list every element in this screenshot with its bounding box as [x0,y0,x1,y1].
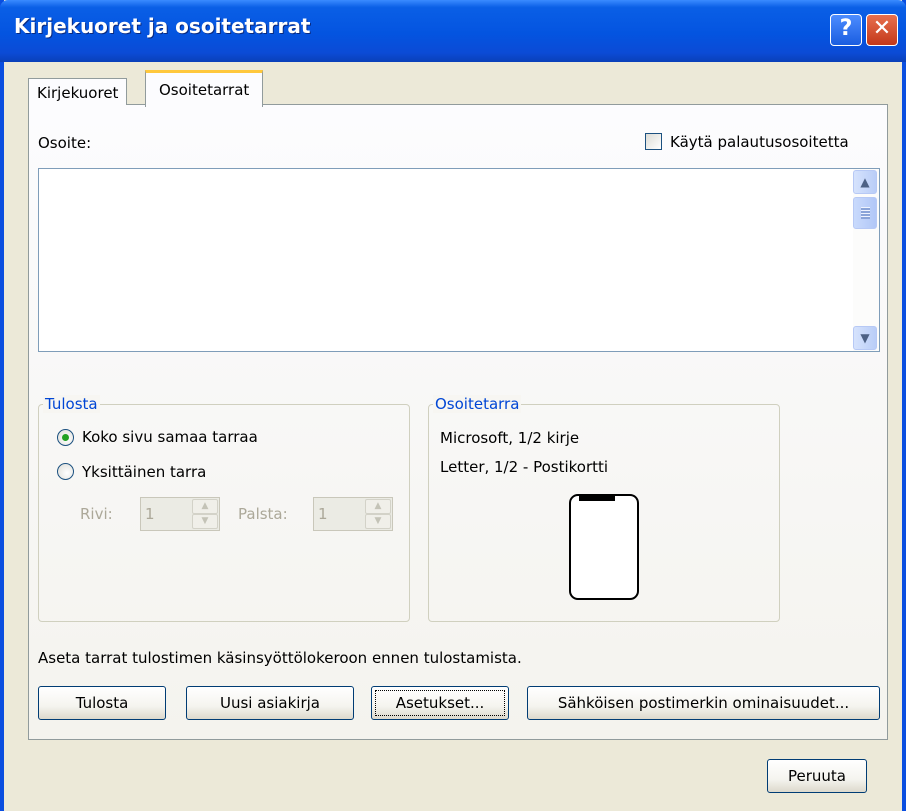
column-spinner[interactable]: 1 ▲ ▼ [313,497,393,531]
window-title: Kirjekuoret ja osoitetarrat [14,14,311,38]
options-button[interactable]: Asetukset... [371,686,509,720]
arrow-down-icon[interactable]: ▼ [853,326,877,350]
use-return-address-checkbox[interactable] [645,133,662,150]
instruction-text: Aseta tarrat tulostimen käsinsyöttöloker… [38,649,522,667]
help-icon[interactable]: ? [830,14,862,46]
estamp-properties-button[interactable]: Sähköisen postimerkin ominaisuudet... [527,686,880,720]
row-label: Rivi: [80,505,113,523]
label-product: Letter, 1/2 - Postikortti [440,458,609,476]
single-label-radio[interactable] [57,463,74,480]
address-textarea[interactable] [38,168,880,352]
address-label: Osoite: [38,134,92,152]
arrow-up-icon[interactable]: ▲ [192,499,218,514]
label-preview-top [579,496,615,501]
label-preview-image[interactable] [569,494,639,600]
close-icon[interactable]: ✕ [866,14,898,46]
radio-selected-dot [62,434,69,441]
column-value: 1 [318,505,328,523]
arrow-up-icon[interactable]: ▲ [365,499,391,514]
new-document-button[interactable]: Uusi asiakirja [186,686,354,720]
arrow-down-icon[interactable]: ▼ [192,514,218,529]
cancel-button[interactable]: Peruuta [767,759,867,793]
full-page-label[interactable]: Koko sivu samaa tarraa [82,428,258,446]
tab-kirjekuoret[interactable]: Kirjekuoret [28,78,128,105]
row-value: 1 [145,505,155,523]
use-return-address-label[interactable]: Käytä palautusosoitetta [670,133,849,151]
address-scrollbar[interactable]: ▲ ▼ [853,169,879,351]
print-group-legend: Tulosta [43,395,100,413]
arrow-up-icon[interactable]: ▲ [853,170,877,194]
label-vendor: Microsoft, 1/2 kirje [440,429,580,447]
focus-rectangle [375,690,505,716]
arrow-down-icon[interactable]: ▼ [365,514,391,529]
column-spin-buttons[interactable]: ▲ ▼ [365,499,391,529]
grip-icon [861,207,870,219]
column-label: Palsta: [238,505,288,523]
row-spinner[interactable]: 1 ▲ ▼ [140,497,220,531]
single-label-label[interactable]: Yksittäinen tarra [82,463,206,481]
title-bar[interactable]: Kirjekuoret ja osoitetarrat ? ✕ [0,0,906,62]
tab-osoitetarrat[interactable]: Osoitetarrat [145,70,264,107]
scrollbar-thumb[interactable] [853,197,877,229]
print-button[interactable]: Tulosta [38,686,166,720]
label-group-legend: Osoitetarra [433,395,522,413]
row-spin-buttons[interactable]: ▲ ▼ [192,499,218,529]
full-page-radio[interactable] [57,429,74,446]
